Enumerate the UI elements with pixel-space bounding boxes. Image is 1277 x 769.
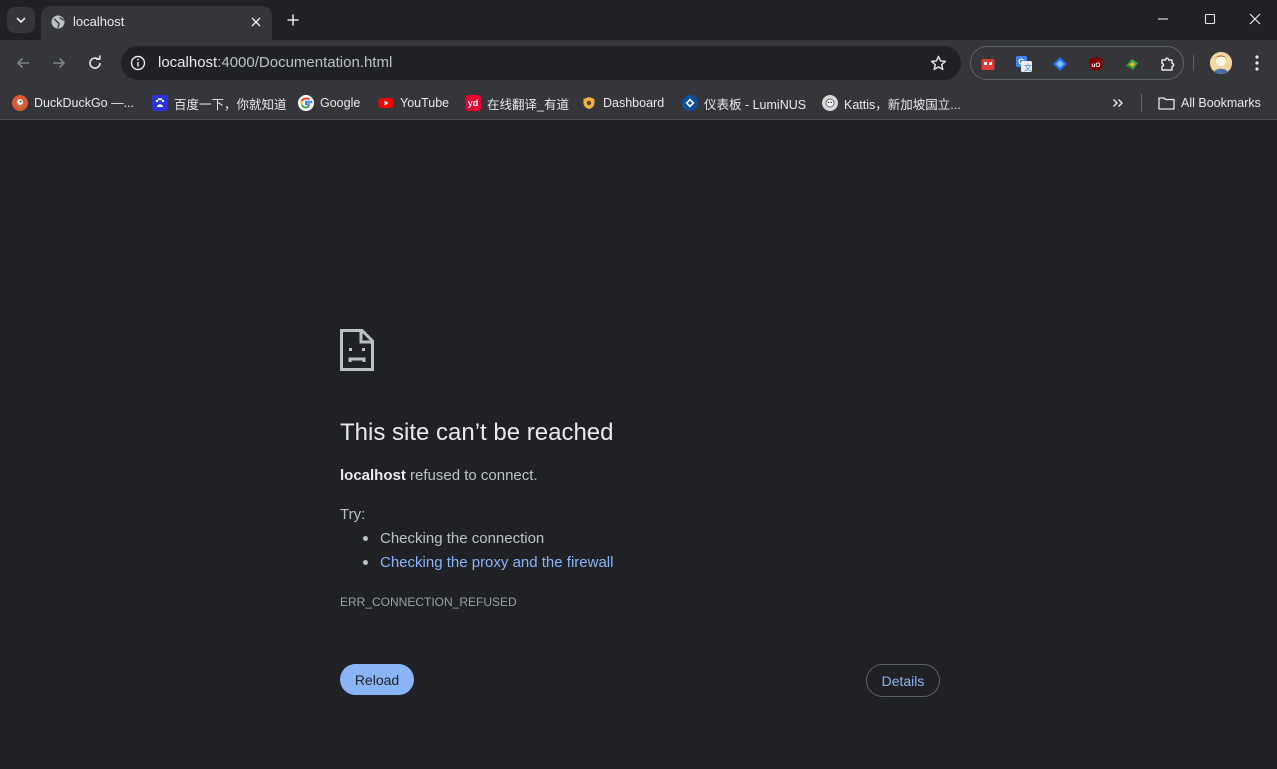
new-tab-button[interactable] — [283, 10, 303, 30]
address-bar[interactable]: localhost:4000/Documentation.html — [121, 46, 961, 80]
all-bookmarks-button[interactable]: All Bookmarks — [1157, 93, 1261, 113]
bookmarks-overflow-button[interactable] — [1108, 93, 1128, 113]
title-bar: localhost — [0, 0, 1277, 40]
bookmark-google[interactable]: Google — [298, 93, 360, 113]
bookmark-youdao[interactable]: yd 在线翻译_有道 — [465, 93, 569, 113]
suggestion-check-connection: Checking the connection — [360, 529, 613, 553]
all-bookmarks-label: All Bookmarks — [1181, 96, 1261, 110]
plus-icon — [287, 14, 299, 26]
folder-icon — [1157, 95, 1175, 111]
url-text[interactable]: localhost:4000/Documentation.html — [158, 54, 392, 71]
info-icon[interactable] — [129, 54, 147, 72]
tab-active[interactable]: localhost — [41, 6, 272, 40]
youdao-icon: yd — [465, 95, 481, 111]
bookmark-duckduckgo[interactable]: DuckDuckGo —... — [12, 93, 134, 113]
bookmark-dashboard[interactable]: Dashboard — [581, 93, 664, 113]
bookmark-luminus[interactable]: 仪表板 - LumiNUS — [682, 93, 806, 113]
reload-toolbar-button[interactable] — [82, 50, 108, 76]
bookmark-label: 仪表板 - LumiNUS — [704, 97, 807, 112]
error-message-text: refused to connect. — [410, 467, 538, 484]
error-message: localhost refused to connect. — [340, 467, 538, 484]
profile-avatar[interactable] — [1210, 52, 1232, 74]
ublock-origin-icon[interactable]: uO — [1087, 55, 1105, 73]
bookmark-kattis[interactable]: Kattis，新加坡国立... — [822, 93, 961, 113]
details-button[interactable]: Details — [866, 664, 940, 697]
red-extension-icon[interactable] — [979, 55, 997, 73]
baidu-icon — [152, 95, 168, 111]
youtube-icon — [378, 95, 394, 111]
tab-title: localhost — [73, 14, 125, 29]
arrow-right-icon — [53, 57, 66, 69]
double-chevron-right-icon — [1113, 99, 1123, 107]
close-window-button[interactable] — [1232, 0, 1277, 38]
globe-icon — [50, 14, 66, 30]
url-host: localhost — [158, 54, 218, 71]
dashboard-icon — [581, 95, 597, 111]
error-code: ERR_CONNECTION_REFUSED — [340, 595, 517, 609]
green-extension-icon[interactable] — [1123, 55, 1141, 73]
bookmark-label: 在线翻译_有道 — [487, 97, 569, 112]
duckduckgo-icon — [12, 95, 28, 111]
suggestion-check-proxy-link[interactable]: Checking the proxy and the firewall — [360, 553, 613, 577]
minimize-icon — [1158, 18, 1168, 20]
refresh-icon — [89, 55, 101, 69]
arrow-left-icon — [16, 57, 29, 69]
bookmark-star-icon[interactable] — [929, 54, 947, 72]
bookmark-label: 百度一下，你就知道 — [174, 97, 287, 112]
bookmark-label: Dashboard — [603, 96, 665, 110]
error-page: This site can’t be reached localhost ref… — [0, 121, 1277, 769]
bookmark-baidu[interactable]: 百度一下，你就知道 — [152, 93, 287, 113]
minimize-button[interactable] — [1140, 0, 1186, 38]
extensions-group: G 文 uO — [970, 46, 1184, 80]
suggestions-list: Checking the connection Checking the pro… — [360, 529, 613, 577]
maximize-icon — [1204, 13, 1216, 25]
toolbar-separator — [1193, 55, 1194, 71]
luminus-icon — [682, 95, 698, 111]
error-heading: This site can’t be reached — [340, 419, 614, 446]
try-label: Try: — [340, 506, 366, 523]
bookmark-label: Google — [320, 96, 361, 110]
kebab-menu-icon — [1255, 55, 1259, 71]
bookmark-label: Kattis，新加坡国立... — [844, 97, 961, 112]
google-translate-icon[interactable]: G 文 — [1015, 55, 1033, 73]
bookmark-youtube[interactable]: YouTube — [378, 93, 449, 113]
bookmarks-separator — [1141, 94, 1142, 112]
close-icon — [1249, 13, 1261, 25]
sad-document-icon — [340, 329, 374, 371]
bookmark-label: YouTube — [400, 96, 450, 110]
maximize-button[interactable] — [1187, 0, 1233, 38]
error-host: localhost — [340, 467, 406, 484]
forward-button[interactable] — [46, 50, 72, 76]
svg-text:文: 文 — [1024, 63, 1032, 73]
close-tab-icon[interactable] — [248, 14, 264, 30]
tab-search-button[interactable] — [7, 7, 35, 33]
puzzle-icon[interactable] — [1159, 55, 1177, 73]
url-path: :4000/Documentation.html — [217, 54, 393, 71]
reload-button[interactable]: Reload — [340, 664, 414, 695]
more-menu-button[interactable] — [1248, 52, 1266, 74]
bookmarks-bar: DuckDuckGo —... 百度一下，你就知道 Google YouTube… — [0, 86, 1277, 120]
blue-diamond-extension-icon[interactable] — [1051, 55, 1069, 73]
chevron-down-icon — [16, 17, 26, 23]
toolbar: localhost:4000/Documentation.html G 文 uO — [0, 40, 1277, 86]
kattis-icon — [822, 95, 838, 111]
google-icon — [298, 95, 314, 111]
back-button[interactable] — [10, 50, 36, 76]
bookmark-label: DuckDuckGo —... — [34, 96, 135, 110]
svg-text:uO: uO — [1091, 62, 1100, 69]
